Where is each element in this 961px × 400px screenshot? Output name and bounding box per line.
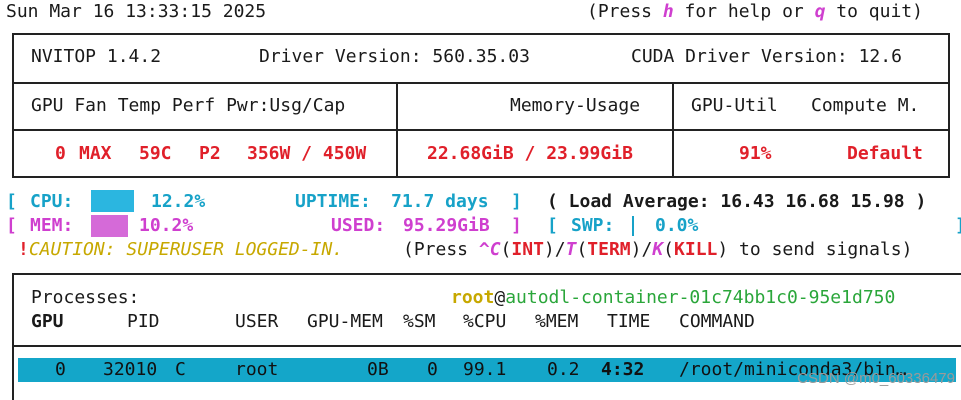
swp-bracket-open: [	[547, 215, 558, 236]
proc-col-command: COMMAND	[679, 311, 755, 332]
proc-gpumem: 0B	[367, 359, 389, 380]
gpu-id: 0	[55, 143, 66, 164]
proc-sm: 0	[427, 359, 438, 380]
help-hint: (Press h for help or q to quit)	[587, 0, 923, 24]
process-at: @	[494, 287, 506, 308]
proc-col-pid: PID	[127, 311, 160, 332]
load-average: ( Load Average: 16.43 16.68 15.98 )	[547, 191, 927, 212]
proc-mem: 0.2	[547, 359, 580, 380]
k-key[interactable]: K	[652, 239, 663, 260]
col-compute-header: Compute M.	[811, 95, 920, 116]
proc-time: 4:32	[601, 359, 645, 380]
help-key[interactable]: h	[663, 1, 674, 22]
col-util-header: GPU-Util	[691, 95, 778, 116]
gpu-memory: 22.68GiB / 23.99GiB	[427, 143, 633, 164]
proc-col-gpumem: GPU-MEM	[307, 311, 383, 332]
uptime-bracket-close: ]	[511, 191, 522, 212]
gpu-fan: MAX	[79, 143, 112, 164]
signal-press: (Press	[403, 239, 479, 260]
proc-col-mem: %MEM	[535, 311, 579, 332]
processes-owner: root@autodl-container-01c74bb1c0-95e1d75…	[451, 286, 895, 310]
swp-bracket-close: ]	[955, 214, 961, 238]
proc-col-cpu: %CPU	[463, 311, 507, 332]
processes-divider	[12, 345, 961, 347]
help-suffix: to quit)	[825, 1, 923, 22]
uptime-label: UPTIME:	[295, 191, 371, 212]
ctrl-c-key[interactable]: ^C	[479, 239, 501, 260]
swp-label: SWP:	[571, 215, 615, 236]
caution-line: !CAUTION: SUPERUSER LOGGED-IN.	[18, 238, 343, 262]
gpu-panel-sep-2	[672, 82, 674, 178]
gpu-panel-sep-1	[396, 82, 398, 178]
cpu-bracket-open: [	[6, 191, 17, 212]
swp-separator	[632, 216, 634, 236]
uptime-value: 71.7 days	[391, 191, 489, 212]
cuda-version: CUDA Driver Version: 12.6	[631, 46, 902, 67]
proc-col-time: TIME	[607, 311, 651, 332]
proc-gpu: 0	[55, 359, 66, 380]
help-prefix: (Press	[587, 1, 663, 22]
gpu-panel-divider-1	[12, 82, 950, 84]
term-signal: TERM	[587, 239, 631, 260]
help-mid: for help or	[673, 1, 815, 22]
process-host: autodl-container-01c74bb1c0-95e1d750	[505, 287, 896, 308]
watermark: CSDN @m0_60336479	[797, 370, 955, 387]
gpu-power: 356W / 450W	[247, 143, 367, 164]
gpu-panel-divider-2	[12, 129, 950, 131]
kill-signal: KILL	[674, 239, 718, 260]
gpu-compute-mode: Default	[847, 143, 923, 164]
int-signal: INT	[511, 239, 544, 260]
driver-version: Driver Version: 560.35.03	[259, 46, 530, 67]
gpu-perf: P2	[199, 143, 221, 164]
datetime: Sun Mar 16 13:33:15 2025	[6, 1, 267, 22]
proc-cpu: 99.1	[463, 359, 507, 380]
proc-user: root	[235, 359, 279, 380]
col-memory-header: Memory-Usage	[510, 95, 641, 116]
mem-usage-bar	[91, 215, 128, 237]
proc-col-gpu: GPU	[31, 311, 64, 332]
proc-type: C	[175, 359, 186, 380]
processes-title: Processes:	[31, 287, 140, 308]
signal-hint: (Press ^C(INT)/T(TERM)/K(KILL) to send s…	[403, 239, 913, 260]
quit-key[interactable]: q	[815, 1, 826, 22]
gpu-temp: 59C	[139, 143, 172, 164]
proc-col-user: USER	[235, 311, 279, 332]
mem-bracket-open: [	[6, 215, 17, 236]
caution-bang: !	[18, 239, 29, 260]
proc-col-sm: %SM	[403, 311, 436, 332]
t-key[interactable]: T	[566, 239, 577, 260]
used-value: 95.29GiB	[403, 215, 490, 236]
cpu-percent: 12.2%	[151, 191, 206, 212]
caution-text: CAUTION: SUPERUSER LOGGED-IN.	[28, 239, 344, 260]
col-gpu-header: GPU Fan Temp Perf Pwr:Usg/Cap	[31, 95, 346, 116]
mem-label: MEM:	[30, 215, 74, 236]
proc-pid: 32010	[103, 359, 158, 380]
cpu-usage-bar	[91, 190, 134, 212]
process-user: root	[451, 287, 495, 308]
mem-bracket-close: ]	[511, 215, 522, 236]
app-version: NVITOP 1.4.2	[31, 46, 162, 67]
signal-suffix: to send signals)	[728, 239, 913, 260]
mem-percent: 10.2%	[139, 215, 194, 236]
used-label: USED:	[331, 215, 386, 236]
gpu-util: 91%	[739, 143, 772, 164]
swp-value: 0.0%	[655, 215, 699, 236]
cpu-label: CPU:	[30, 191, 74, 212]
